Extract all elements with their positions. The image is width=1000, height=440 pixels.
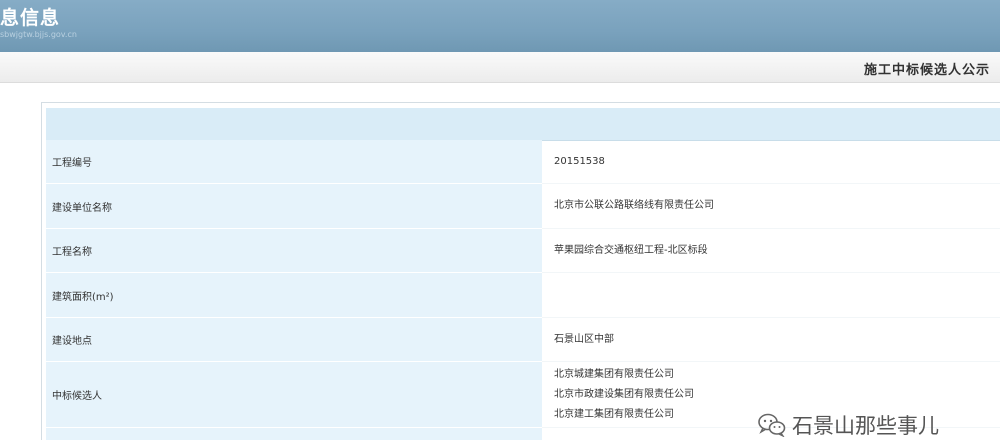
construction-unit-value: 北京市公联公路联络线有限责任公司 xyxy=(542,184,1000,229)
bid-candidates-label: 中标候选人 xyxy=(46,362,542,428)
watermark: 石景山那些事儿 xyxy=(758,411,939,439)
project-number-value: 20151538 xyxy=(542,140,1000,184)
panel-header xyxy=(46,108,1000,141)
info-panel: 工程编号 20151538 建设单位名称 北京市公联公路联络线有限责任公司 工程… xyxy=(41,102,1000,440)
site-title: 息信息 xyxy=(0,7,61,29)
construction-unit-label: 建设单位名称 xyxy=(46,184,542,229)
page-title: 施工中标候选人公示 xyxy=(863,63,990,78)
project-name-label: 工程名称 xyxy=(46,229,542,273)
title-bar: 施工中标候选人公示 xyxy=(0,52,1000,83)
site-header: 息信息 sbwjgtw.bjjs.gov.cn xyxy=(0,0,1000,52)
candidate-1: 北京城建集团有限责任公司 xyxy=(554,368,674,380)
next-row-label xyxy=(46,428,542,440)
construction-site-label: 建设地点 xyxy=(46,318,542,362)
candidate-2: 北京市政建设集团有限责任公司 xyxy=(554,388,694,400)
construction-site-value: 石景山区中部 xyxy=(542,318,1000,362)
watermark-text: 石景山那些事儿 xyxy=(792,414,939,438)
project-number-label: 工程编号 xyxy=(46,140,542,184)
building-area-value xyxy=(542,273,1000,318)
building-area-label: 建筑面积(m²) xyxy=(46,273,542,318)
wechat-icon xyxy=(758,413,786,437)
site-url: sbwjgtw.bjjs.gov.cn xyxy=(0,30,77,39)
project-name-value: 苹果园综合交通枢纽工程-北区标段 xyxy=(542,229,1000,273)
